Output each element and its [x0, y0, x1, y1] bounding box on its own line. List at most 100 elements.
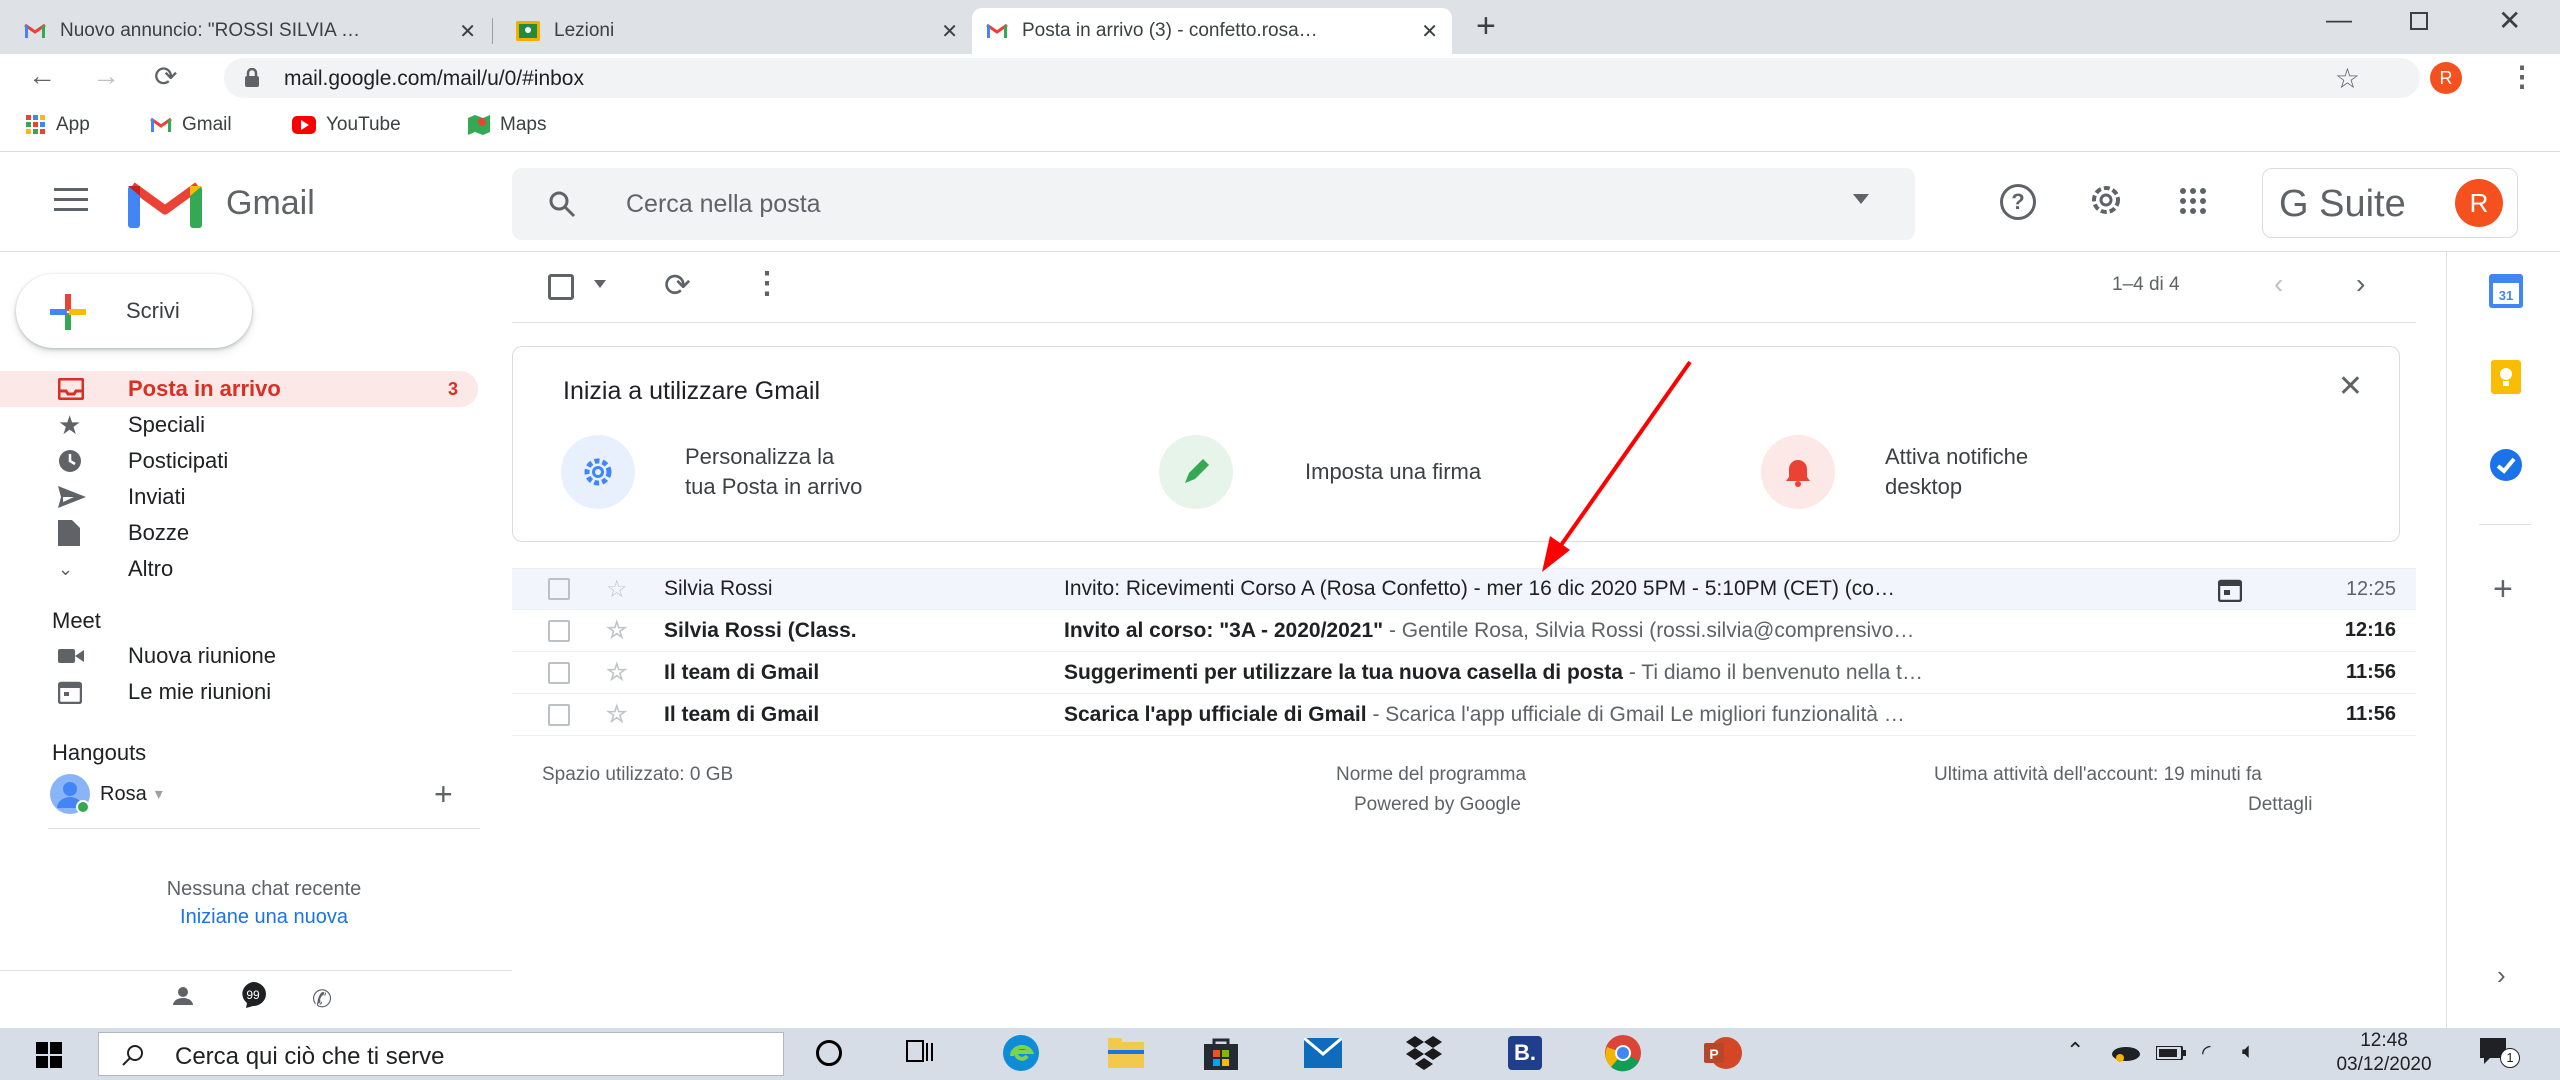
clock-date[interactable]: 03/12/2020 — [2314, 1054, 2454, 1076]
close-window-button[interactable]: ✕ — [2498, 4, 2521, 37]
nav-item-snoozed[interactable]: Posticipati — [0, 443, 480, 479]
email-row[interactable]: ☆ Silvia Rossi Invito: Ricevimenti Corso… — [512, 568, 2416, 610]
file-explorer-icon[interactable] — [1108, 1038, 1144, 1068]
star-icon[interactable]: ☆ — [606, 658, 628, 687]
settings-gear-icon[interactable] — [2086, 180, 2126, 220]
store-icon[interactable] — [1204, 1036, 1238, 1070]
mail-app-icon[interactable] — [1304, 1038, 1342, 1068]
more-actions-icon[interactable]: ⋮ — [752, 266, 782, 301]
star-icon[interactable]: ☆ — [606, 575, 628, 604]
compose-button[interactable]: Scrivi — [16, 274, 252, 348]
select-dropdown-icon[interactable] — [594, 280, 606, 288]
profile-avatar[interactable]: R — [2430, 62, 2462, 94]
task-view-icon[interactable] — [906, 1040, 934, 1066]
plus-icon — [50, 294, 86, 330]
gmail-logo-icon — [128, 178, 202, 228]
help-icon[interactable]: ? — [2000, 184, 2036, 220]
menu-dots-icon[interactable]: ⋮ — [2508, 60, 2536, 93]
select-all-checkbox[interactable] — [548, 274, 574, 300]
powerpoint-icon[interactable]: P — [1704, 1036, 1742, 1070]
clock-time[interactable]: 12:48 — [2344, 1030, 2424, 1052]
onedrive-icon[interactable] — [2110, 1042, 2142, 1062]
chrome-icon[interactable] — [1604, 1034, 1642, 1072]
gmail-logo[interactable]: Gmail — [128, 178, 315, 228]
card-set-signature[interactable]: Imposta una firma — [1159, 435, 1481, 509]
tasks-app-icon[interactable] — [2489, 448, 2523, 482]
minimize-button[interactable]: — — [2326, 4, 2352, 35]
chat-bubble-icon[interactable]: 99 — [238, 981, 268, 1009]
email-row[interactable]: ☆ Il team di Gmail Suggerimenti per util… — [512, 652, 2416, 694]
google-apps-icon[interactable] — [2180, 188, 2206, 214]
card-customize-inbox[interactable]: Personalizza la tua Posta in arrivo — [561, 435, 862, 509]
close-icon[interactable]: ✕ — [459, 19, 476, 44]
start-new-chat-link[interactable]: Iniziane una nuova — [0, 906, 528, 929]
card-desktop-notifications[interactable]: Attiva notifiche desktop — [1761, 435, 2028, 509]
bookmark-youtube[interactable]: YouTube — [292, 114, 401, 136]
hangouts-user[interactable]: Rosa ▾ — [50, 774, 163, 814]
expand-panel-icon[interactable]: › — [2497, 960, 2506, 991]
bookmark-gmail[interactable]: Gmail — [150, 114, 232, 136]
forward-arrow-icon[interactable]: → — [92, 60, 120, 92]
program-policies-link[interactable]: Norme del programma — [1336, 764, 1526, 786]
reload-icon[interactable]: ⟳ — [154, 60, 177, 93]
volume-icon[interactable]: 🔈︎ — [2242, 1038, 2255, 1064]
search-bar[interactable]: Cerca nella posta — [512, 168, 1915, 240]
row-checkbox[interactable] — [548, 578, 570, 600]
browser-tab-1[interactable]: Nuovo annuncio: "ROSSI SILVIA … ✕ — [10, 8, 490, 54]
calendar-app-icon[interactable]: 31 — [2489, 274, 2523, 308]
browser-tab-2[interactable]: Lezioni ✕ — [502, 8, 972, 54]
omnibox[interactable]: mail.google.com/mail/u/0/#inbox ☆ — [224, 58, 2420, 98]
bookmark-app[interactable]: App — [26, 114, 90, 136]
bookmark-maps[interactable]: Maps — [468, 114, 546, 136]
email-row[interactable]: ☆ Silvia Rossi (Class. Invito al corso: … — [512, 610, 2416, 652]
account-avatar[interactable]: R — [2455, 179, 2503, 227]
close-icon[interactable]: ✕ — [2338, 369, 2363, 404]
edge-icon[interactable] — [1002, 1034, 1040, 1072]
next-page-icon[interactable]: › — [2356, 268, 2365, 300]
prev-page-icon[interactable]: ‹ — [2274, 268, 2283, 300]
windows-start-icon[interactable] — [36, 1042, 62, 1068]
new-tab-button[interactable]: + — [1476, 8, 1496, 44]
taskbar-search-input[interactable]: Cerca qui ciò che ti serve — [175, 1043, 444, 1071]
cortana-icon[interactable] — [816, 1040, 842, 1066]
gsuite-account-chip[interactable]: G Suite R — [2262, 168, 2518, 238]
meet-new-meeting[interactable]: Nuova riunione — [0, 638, 480, 674]
search-options-icon[interactable] — [1853, 194, 1869, 204]
search-input[interactable]: Cerca nella posta — [626, 190, 821, 219]
main-menu-icon[interactable] — [54, 188, 88, 212]
search-icon[interactable] — [548, 190, 576, 218]
meet-my-meetings[interactable]: Le mie riunioni — [0, 674, 480, 710]
nav-item-starred[interactable]: ★ Speciali — [0, 407, 480, 443]
row-checkbox[interactable] — [548, 619, 570, 642]
booking-icon[interactable]: B. — [1508, 1036, 1542, 1070]
tray-chevron-up-icon[interactable]: ⌃ — [2066, 1038, 2084, 1064]
star-icon[interactable]: ☆ — [606, 616, 628, 645]
battery-icon[interactable] — [2156, 1046, 2186, 1060]
browser-tab-3[interactable]: Posta in arrivo (3) - confetto.rosa… ✕ — [972, 8, 1452, 54]
row-checkbox[interactable] — [548, 661, 570, 684]
star-icon[interactable]: ☆ — [606, 700, 628, 729]
add-contact-icon[interactable]: + — [434, 776, 453, 813]
dropbox-icon[interactable] — [1406, 1036, 1442, 1070]
nav-label: Posticipati — [128, 448, 229, 473]
email-row[interactable]: ☆ Il team di Gmail Scarica l'app ufficia… — [512, 694, 2416, 736]
keep-app-icon[interactable] — [2491, 360, 2521, 394]
nav-item-more[interactable]: ⌄ Altro — [0, 551, 480, 587]
row-checkbox[interactable] — [548, 703, 570, 726]
windows-taskbar: Cerca qui ciò che ti serve B. P ⌃ ◜ 🔈︎ 1… — [0, 1028, 2560, 1080]
taskbar-search-box[interactable]: Cerca qui ciò che ti serve — [98, 1032, 784, 1076]
contacts-icon[interactable] — [170, 985, 196, 1007]
back-arrow-icon[interactable]: ← — [28, 60, 56, 92]
nav-item-inbox[interactable]: Posta in arrivo 3 — [0, 371, 478, 407]
add-addon-icon[interactable]: + — [2493, 570, 2513, 609]
bookmark-star-icon[interactable]: ☆ — [2335, 62, 2360, 95]
close-icon[interactable]: ✕ — [941, 19, 958, 44]
details-link[interactable]: Dettagli — [2248, 794, 2312, 816]
phone-icon[interactable]: ✆ — [312, 985, 332, 1014]
wifi-icon[interactable]: ◜ — [2202, 1040, 2211, 1066]
maximize-button[interactable] — [2410, 12, 2428, 30]
nav-item-drafts[interactable]: Bozze — [0, 515, 480, 551]
close-icon[interactable]: ✕ — [1421, 19, 1438, 44]
refresh-icon[interactable]: ⟳ — [664, 266, 691, 304]
nav-item-sent[interactable]: Inviati — [0, 479, 480, 515]
